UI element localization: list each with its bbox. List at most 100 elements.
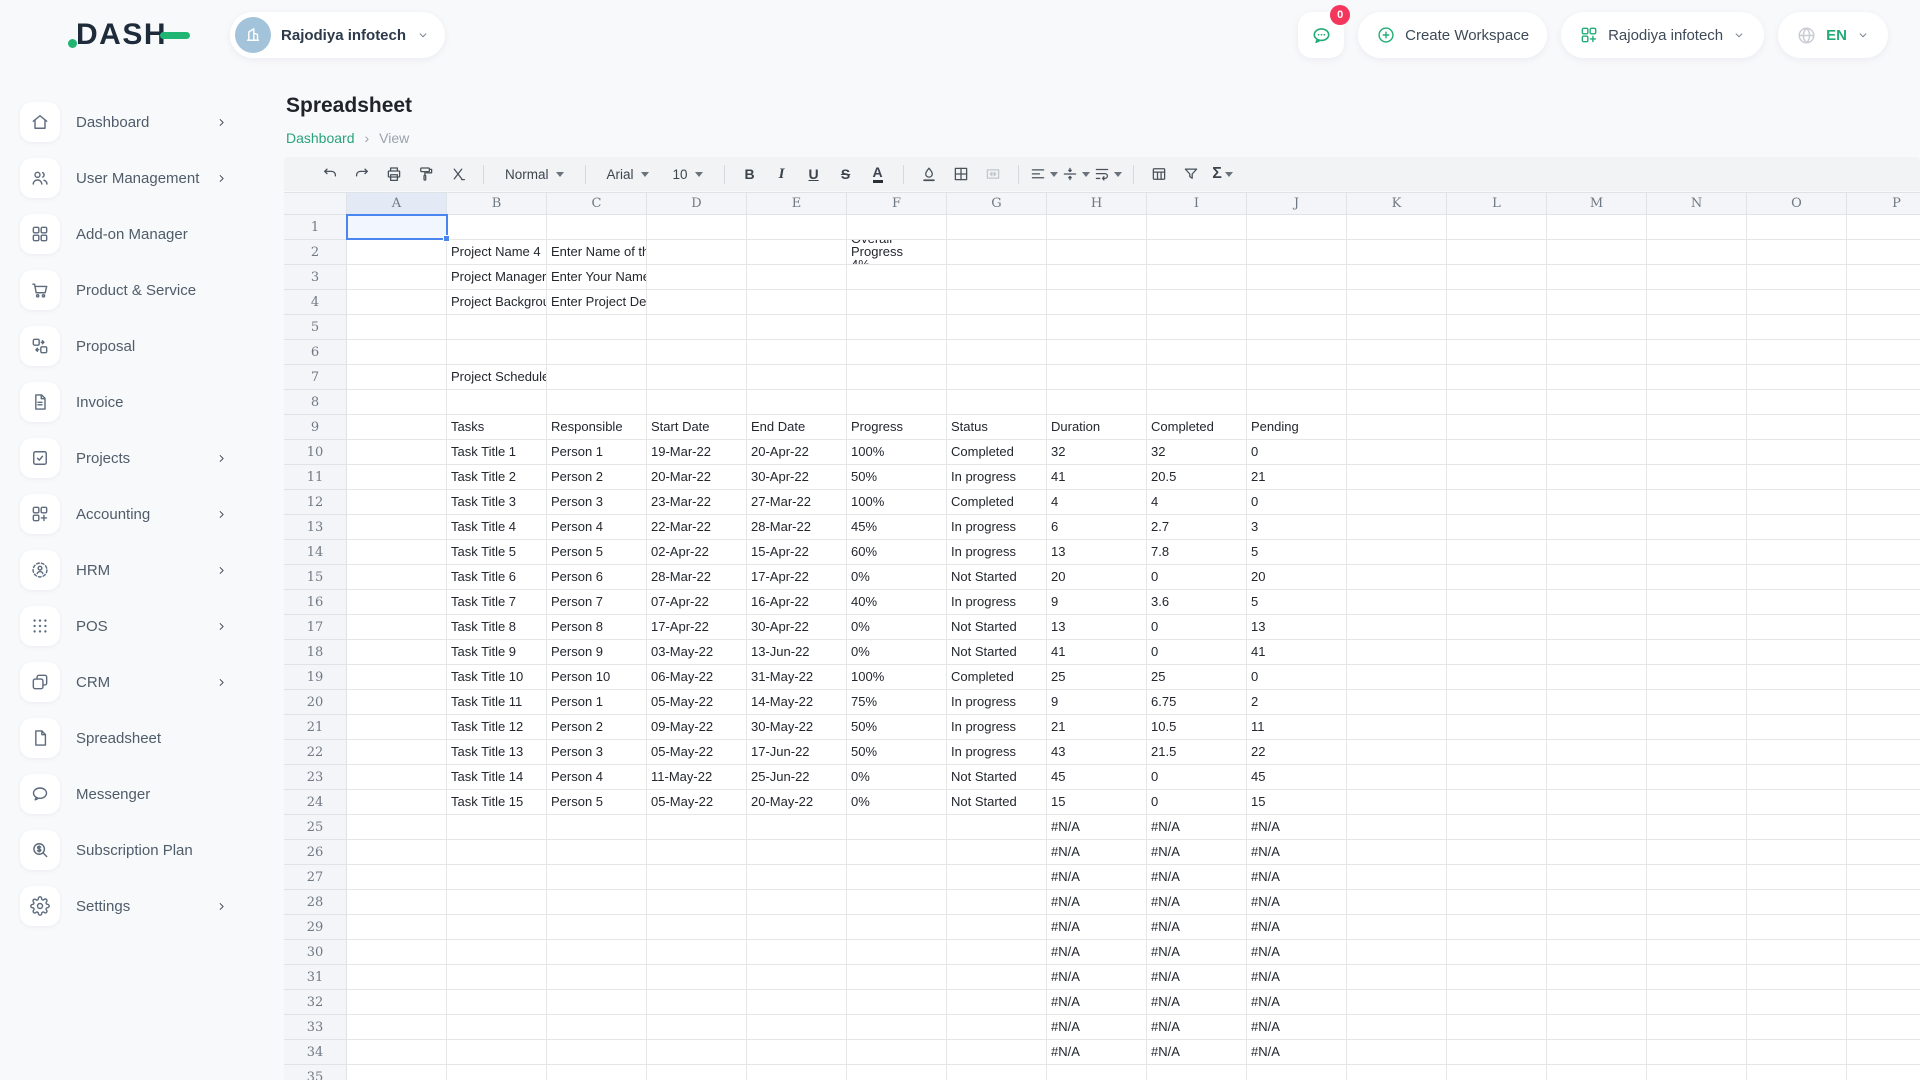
cell-L7[interactable] [1447, 365, 1547, 390]
cell-B32[interactable] [447, 990, 547, 1015]
cell-B28[interactable] [447, 890, 547, 915]
cell-L32[interactable] [1447, 990, 1547, 1015]
cell-P16[interactable] [1847, 590, 1920, 615]
cell-L17[interactable] [1447, 615, 1547, 640]
redo-button[interactable] [349, 161, 375, 187]
cell-G17[interactable]: Not Started [947, 615, 1047, 640]
column-header-N[interactable]: N [1647, 193, 1747, 215]
cell-C15[interactable]: Person 6 [547, 565, 647, 590]
cell-O34[interactable] [1747, 1040, 1847, 1065]
cell-B34[interactable] [447, 1040, 547, 1065]
cell-M3[interactable] [1547, 265, 1647, 290]
cell-F15[interactable]: 0% [847, 565, 947, 590]
row-header-15[interactable]: 15 [284, 565, 347, 590]
row-header-32[interactable]: 32 [284, 990, 347, 1015]
cell-D23[interactable]: 11-May-22 [647, 765, 747, 790]
cell-B11[interactable]: Task Title 2 [447, 465, 547, 490]
cell-K12[interactable] [1347, 490, 1447, 515]
row-header-18[interactable]: 18 [284, 640, 347, 665]
column-header-K[interactable]: K [1347, 193, 1447, 215]
cell-I18[interactable]: 0 [1147, 640, 1247, 665]
cell-H24[interactable]: 15 [1047, 790, 1147, 815]
cell-P6[interactable] [1847, 340, 1920, 365]
cell-A19[interactable] [347, 665, 447, 690]
sidebar-item-projects[interactable]: Projects [0, 430, 270, 486]
cell-L6[interactable] [1447, 340, 1547, 365]
cell-M22[interactable] [1547, 740, 1647, 765]
cell-I5[interactable] [1147, 315, 1247, 340]
row-header-34[interactable]: 34 [284, 1040, 347, 1065]
cell-H14[interactable]: 13 [1047, 540, 1147, 565]
cell-P2[interactable] [1847, 240, 1920, 265]
vertical-align-button[interactable] [1063, 161, 1089, 187]
cell-J24[interactable]: 15 [1247, 790, 1347, 815]
bold-button[interactable]: B [737, 161, 763, 187]
cell-F14[interactable]: 60% [847, 540, 947, 565]
cell-G31[interactable] [947, 965, 1047, 990]
cell-L18[interactable] [1447, 640, 1547, 665]
cell-F6[interactable] [847, 340, 947, 365]
cell-K35[interactable] [1347, 1065, 1447, 1080]
cell-I19[interactable]: 25 [1147, 665, 1247, 690]
cell-D25[interactable] [647, 815, 747, 840]
sidebar-item-user-management[interactable]: User Management [0, 150, 270, 206]
cell-I34[interactable]: #N/A [1147, 1040, 1247, 1065]
cell-M31[interactable] [1547, 965, 1647, 990]
cell-L28[interactable] [1447, 890, 1547, 915]
underline-button[interactable]: U [801, 161, 827, 187]
row-header-6[interactable]: 6 [284, 340, 347, 365]
cell-E18[interactable]: 13-Jun-22 [747, 640, 847, 665]
cell-O35[interactable] [1747, 1065, 1847, 1080]
row-header-28[interactable]: 28 [284, 890, 347, 915]
cell-E27[interactable] [747, 865, 847, 890]
cell-G13[interactable]: In progress [947, 515, 1047, 540]
cell-N18[interactable] [1647, 640, 1747, 665]
cell-P4[interactable] [1847, 290, 1920, 315]
cell-A17[interactable] [347, 615, 447, 640]
cell-C20[interactable]: Person 1 [547, 690, 647, 715]
cell-K4[interactable] [1347, 290, 1447, 315]
cell-O1[interactable] [1747, 215, 1847, 240]
cell-D7[interactable] [647, 365, 747, 390]
cell-E19[interactable]: 31-May-22 [747, 665, 847, 690]
cell-I9[interactable]: Completed [1147, 415, 1247, 440]
cell-P27[interactable] [1847, 865, 1920, 890]
row-header-16[interactable]: 16 [284, 590, 347, 615]
cell-A1[interactable] [347, 215, 447, 240]
cell-O2[interactable] [1747, 240, 1847, 265]
functions-button[interactable]: Σ [1210, 161, 1236, 187]
cell-A29[interactable] [347, 915, 447, 940]
print-button[interactable] [381, 161, 407, 187]
cell-G26[interactable] [947, 840, 1047, 865]
row-header-1[interactable]: 1 [284, 215, 347, 240]
cell-C4[interactable]: Enter Project Description [547, 290, 647, 315]
cell-M4[interactable] [1547, 290, 1647, 315]
cell-P31[interactable] [1847, 965, 1920, 990]
sidebar-item-product-service[interactable]: Product & Service [0, 262, 270, 318]
cell-P10[interactable] [1847, 440, 1920, 465]
cell-H34[interactable]: #N/A [1047, 1040, 1147, 1065]
sidebar-item-hrm[interactable]: HRM [0, 542, 270, 598]
cell-N33[interactable] [1647, 1015, 1747, 1040]
cell-E12[interactable]: 27-Mar-22 [747, 490, 847, 515]
cell-M13[interactable] [1547, 515, 1647, 540]
cell-B8[interactable] [447, 390, 547, 415]
cell-F16[interactable]: 40% [847, 590, 947, 615]
cell-J33[interactable]: #N/A [1247, 1015, 1347, 1040]
cell-M19[interactable] [1547, 665, 1647, 690]
cell-D24[interactable]: 05-May-22 [647, 790, 747, 815]
cell-C34[interactable] [547, 1040, 647, 1065]
cell-B27[interactable] [447, 865, 547, 890]
cell-H8[interactable] [1047, 390, 1147, 415]
cell-L1[interactable] [1447, 215, 1547, 240]
cell-I6[interactable] [1147, 340, 1247, 365]
cell-E20[interactable]: 14-May-22 [747, 690, 847, 715]
cell-A2[interactable] [347, 240, 447, 265]
cell-B30[interactable] [447, 940, 547, 965]
cell-N31[interactable] [1647, 965, 1747, 990]
cell-O32[interactable] [1747, 990, 1847, 1015]
cell-A23[interactable] [347, 765, 447, 790]
cell-L5[interactable] [1447, 315, 1547, 340]
cell-B4[interactable]: Project Background [447, 290, 547, 315]
cell-J30[interactable]: #N/A [1247, 940, 1347, 965]
